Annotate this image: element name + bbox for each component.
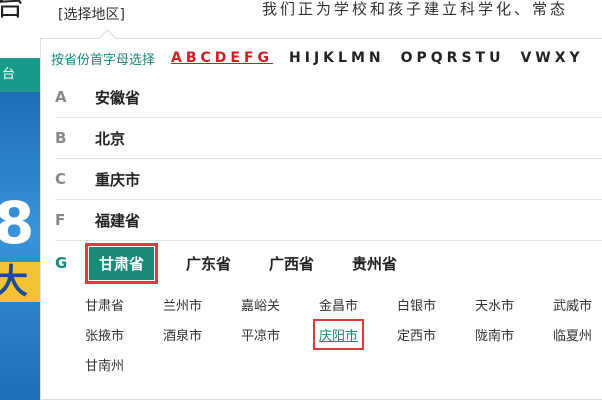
city-item[interactable]: 平凉市 bbox=[241, 325, 280, 344]
province-gansu[interactable]: 甘肃省 bbox=[84, 242, 159, 284]
letter-filter-hint: 按省份首字母选择 bbox=[51, 52, 156, 68]
row-letter: A bbox=[55, 88, 67, 106]
city-item[interactable]: 金昌市 bbox=[319, 295, 358, 314]
city-item-highlighted[interactable]: 庆阳市 bbox=[312, 319, 365, 350]
city-item[interactable]: 甘南州 bbox=[85, 355, 124, 374]
letter-group-a-g[interactable]: ABCDEFG bbox=[171, 50, 273, 66]
province-row-g: G 甘肃省 广东省 广西省 贵州省 bbox=[55, 241, 602, 285]
city-item[interactable]: 甘肃省 bbox=[85, 295, 124, 314]
city-item[interactable]: 武威市 bbox=[553, 295, 592, 314]
site-logo-fragment: 台 bbox=[0, 0, 25, 22]
province-guizhou[interactable]: 贵州省 bbox=[346, 250, 403, 277]
province-row-c: C 重庆市 bbox=[55, 159, 602, 200]
header-slogan: 我们正为学校和孩子建立科学化、常态 bbox=[262, 0, 569, 18]
city-item[interactable]: 白银市 bbox=[397, 295, 436, 314]
city-item[interactable]: 定西市 bbox=[397, 325, 436, 344]
city-item[interactable]: 天水市 bbox=[475, 295, 514, 314]
letter-filter-bar: 按省份首字母选择 ABCDEFG HIJKLMN OPQRSTU VWXY bbox=[41, 39, 602, 77]
city-item[interactable]: 临夏州 bbox=[553, 325, 592, 344]
province-guangxi[interactable]: 广西省 bbox=[263, 250, 320, 277]
city-item[interactable]: 兰州市 bbox=[163, 295, 202, 314]
province-beijing[interactable]: 北京 bbox=[89, 125, 131, 152]
region-dropdown: 按省份首字母选择 ABCDEFG HIJKLMN OPQRSTU VWXY A … bbox=[40, 38, 602, 400]
province-anhui[interactable]: 安徽省 bbox=[89, 84, 146, 111]
city-item[interactable]: 嘉峪关 bbox=[241, 295, 280, 314]
letter-group-h-n[interactable]: HIJKLMN bbox=[289, 50, 385, 66]
province-row-a: A 安徽省 bbox=[55, 77, 602, 118]
province-fujian[interactable]: 福建省 bbox=[89, 207, 146, 234]
letter-group-v-y[interactable]: VWXY bbox=[520, 50, 583, 66]
banner-digit: 8 bbox=[0, 189, 35, 257]
city-item[interactable]: 酒泉市 bbox=[163, 325, 202, 344]
letter-group-o-u[interactable]: OPQRSTU bbox=[401, 50, 505, 66]
select-region-button[interactable]: [选择地区] bbox=[58, 4, 125, 24]
province-chongqing[interactable]: 重庆市 bbox=[89, 166, 146, 193]
city-item[interactable]: 张掖市 bbox=[85, 325, 124, 344]
row-letter: F bbox=[55, 211, 66, 229]
province-row-f: F 福建省 bbox=[55, 200, 602, 241]
side-banner-image: 8 大 bbox=[0, 92, 42, 400]
city-item[interactable]: 陇南市 bbox=[475, 325, 514, 344]
side-nav-item[interactable]: 台 bbox=[0, 58, 42, 92]
row-letter: B bbox=[55, 129, 67, 147]
province-guangdong[interactable]: 广东省 bbox=[180, 250, 237, 277]
province-row-b: B 北京 bbox=[55, 118, 602, 159]
row-letter: G bbox=[55, 254, 68, 272]
banner-char: 大 bbox=[0, 262, 42, 302]
row-letter: C bbox=[55, 170, 67, 188]
